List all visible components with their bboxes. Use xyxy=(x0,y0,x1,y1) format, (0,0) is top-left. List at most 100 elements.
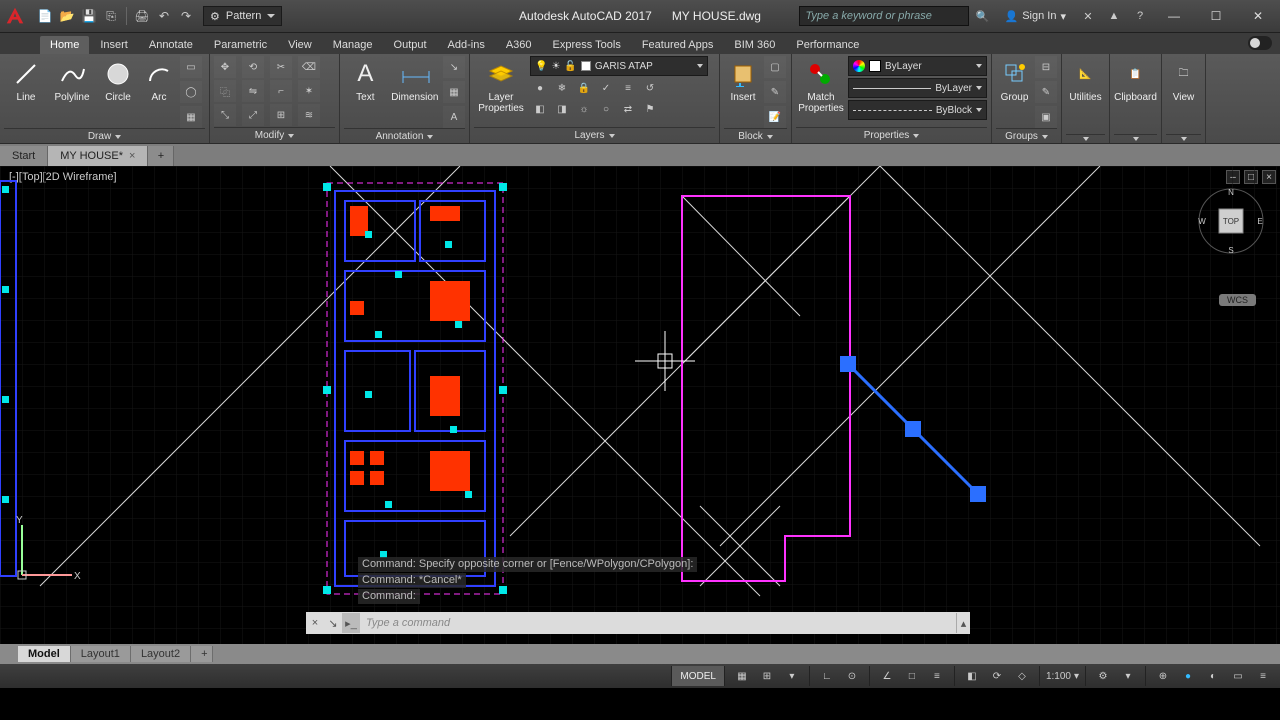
ellipse-icon[interactable]: ◯ xyxy=(180,81,202,103)
snap-toggle-icon[interactable]: ⊞ xyxy=(756,666,778,686)
autodesk360-icon[interactable]: ▲ xyxy=(1102,5,1126,27)
layer-freeze-icon[interactable]: ❄ xyxy=(552,79,572,97)
ortho-icon[interactable]: ∟ xyxy=(816,666,838,686)
scale-icon[interactable]: ⤢ xyxy=(242,104,264,126)
layer-match-icon[interactable]: ≡ xyxy=(618,79,638,97)
tab-express[interactable]: Express Tools xyxy=(543,36,631,54)
layer-lock-icon[interactable]: 🔒 xyxy=(574,79,594,97)
ungroup-icon[interactable]: ⊟ xyxy=(1035,56,1057,78)
grid-toggle-icon[interactable]: ▦ xyxy=(731,666,753,686)
search-input[interactable]: Type a keyword or phrase xyxy=(799,6,969,26)
group-button[interactable]: Group xyxy=(996,56,1033,103)
array-icon[interactable]: ⊞ xyxy=(270,104,292,126)
layout-tab-2[interactable]: Layout2 xyxy=(131,646,191,662)
exchange-icon[interactable]: ✕ xyxy=(1076,5,1100,27)
redo-icon[interactable]: ↷ xyxy=(177,7,195,25)
layout-add-button[interactable]: + xyxy=(191,646,213,662)
mirror-icon[interactable]: ⇋ xyxy=(242,80,264,102)
rotate-icon[interactable]: ⟲ xyxy=(242,56,264,78)
cycling-icon[interactable]: ⟳ xyxy=(986,666,1008,686)
cmdline-recent-icon[interactable]: ↘ xyxy=(324,613,342,633)
view-button[interactable]: 🗀View xyxy=(1166,56,1201,103)
tab-insert[interactable]: Insert xyxy=(90,36,138,54)
command-input[interactable]: Type a command xyxy=(360,617,956,629)
group-edit-icon[interactable]: ✎ xyxy=(1035,81,1057,103)
anno-monitor-icon[interactable]: ⊕ xyxy=(1152,666,1174,686)
utilities-button[interactable]: 📐Utilities xyxy=(1066,56,1105,103)
model-space-toggle[interactable]: MODEL xyxy=(671,666,724,686)
edit-attr-icon[interactable]: 📝 xyxy=(764,106,786,128)
layer-thaw-icon[interactable]: ☼ xyxy=(574,100,594,118)
tab-parametric[interactable]: Parametric xyxy=(204,36,277,54)
saveas-icon[interactable]: ⎘ xyxy=(102,7,120,25)
workspace-icon[interactable]: ▾ xyxy=(1117,666,1139,686)
tab-manage[interactable]: Manage xyxy=(323,36,383,54)
dimension-button[interactable]: Dimension xyxy=(389,56,441,103)
layout-tab-model[interactable]: Model xyxy=(18,646,71,662)
new-tab-button[interactable]: + xyxy=(148,146,174,166)
clipboard-button[interactable]: 📋Clipboard xyxy=(1114,56,1157,103)
text-button[interactable]: AText xyxy=(344,56,387,103)
close-tab-icon[interactable]: × xyxy=(129,150,135,162)
create-block-icon[interactable]: ▢ xyxy=(764,56,786,78)
hatch-icon[interactable]: ▦ xyxy=(180,106,202,128)
wcs-badge[interactable]: WCS xyxy=(1219,294,1256,306)
cmdline-expand-icon[interactable]: ▴ xyxy=(956,613,970,633)
line-button[interactable]: Line xyxy=(4,56,48,103)
fillet-icon[interactable]: ⌐ xyxy=(270,80,292,102)
start-tab[interactable]: Start xyxy=(0,146,48,166)
tab-bim360[interactable]: BIM 360 xyxy=(724,36,785,54)
customize-icon[interactable]: ≡ xyxy=(1252,666,1274,686)
layer-make-current-icon[interactable]: ✓ xyxy=(596,79,616,97)
lineweight-dropdown[interactable]: ByLayer xyxy=(848,78,987,98)
undo-icon[interactable]: ↶ xyxy=(155,7,173,25)
gear-icon[interactable]: ⚙ xyxy=(1092,666,1114,686)
tab-performance[interactable]: Performance xyxy=(786,36,869,54)
layer-properties-button[interactable]: Layer Properties xyxy=(474,56,528,114)
tab-home[interactable]: Home xyxy=(40,36,89,54)
drawing-area[interactable]: [-][Top][2D Wireframe] – □ × xyxy=(0,166,1280,644)
plot-icon[interactable]: 🖨 xyxy=(133,7,151,25)
layer-off-icon[interactable]: ● xyxy=(530,79,550,97)
layer-uniso-icon[interactable]: ◨ xyxy=(552,100,572,118)
tab-featured[interactable]: Featured Apps xyxy=(632,36,724,54)
match-properties-button[interactable]: Match Properties xyxy=(796,56,846,114)
layer-prev-icon[interactable]: ↺ xyxy=(640,79,660,97)
close-button[interactable]: ✕ xyxy=(1238,3,1278,29)
hardware-accel-icon[interactable]: ● xyxy=(1177,666,1199,686)
offset-icon[interactable]: ≋ xyxy=(298,104,320,126)
layer-walk-icon[interactable]: ⚑ xyxy=(640,100,660,118)
trim-icon[interactable]: ✂ xyxy=(270,56,292,78)
tab-addins[interactable]: Add-ins xyxy=(438,36,495,54)
polyline-button[interactable]: Polyline xyxy=(50,56,94,103)
isolate-icon[interactable]: ◐ xyxy=(1202,666,1224,686)
snap-menu-icon[interactable]: ▾ xyxy=(781,666,803,686)
lwt-icon[interactable]: ≡ xyxy=(926,666,948,686)
group-bbox-icon[interactable]: ▣ xyxy=(1035,106,1057,128)
rectangle-icon[interactable]: ▭ xyxy=(180,56,202,78)
clean-screen-icon[interactable]: ▭ xyxy=(1227,666,1249,686)
erase-icon[interactable]: ⌫ xyxy=(298,56,320,78)
edit-block-icon[interactable]: ✎ xyxy=(764,81,786,103)
tab-a360[interactable]: A360 xyxy=(496,36,542,54)
signin-button[interactable]: 👤 Sign In ▾ xyxy=(997,10,1074,23)
polar-icon[interactable]: ⊙ xyxy=(841,666,863,686)
move-icon[interactable]: ✥ xyxy=(214,56,236,78)
table-icon[interactable]: ▦ xyxy=(443,81,465,103)
mtext-icon[interactable]: A xyxy=(443,106,465,128)
tab-annotate[interactable]: Annotate xyxy=(139,36,203,54)
ribbon-minimize-toggle[interactable] xyxy=(1248,36,1272,50)
workspace-switcher[interactable]: ⚙Pattern xyxy=(203,6,282,26)
view-cube[interactable]: TOP N S E W xyxy=(1196,186,1266,256)
explode-icon[interactable]: ✶ xyxy=(298,80,320,102)
autocad-logo[interactable] xyxy=(0,1,30,31)
osnap-icon[interactable]: □ xyxy=(901,666,923,686)
leader-icon[interactable]: ↘ xyxy=(443,56,465,78)
save-icon[interactable]: 💾 xyxy=(80,7,98,25)
color-dropdown[interactable]: ByLayer xyxy=(848,56,987,76)
open-icon[interactable]: 📂 xyxy=(58,7,76,25)
annotation-scale[interactable]: 1:100 ▾ xyxy=(1039,666,1085,686)
3dosnap-icon[interactable]: ◇ xyxy=(1011,666,1033,686)
help-icon[interactable]: ? xyxy=(1128,5,1152,27)
stretch-icon[interactable]: ⤡ xyxy=(214,104,236,126)
